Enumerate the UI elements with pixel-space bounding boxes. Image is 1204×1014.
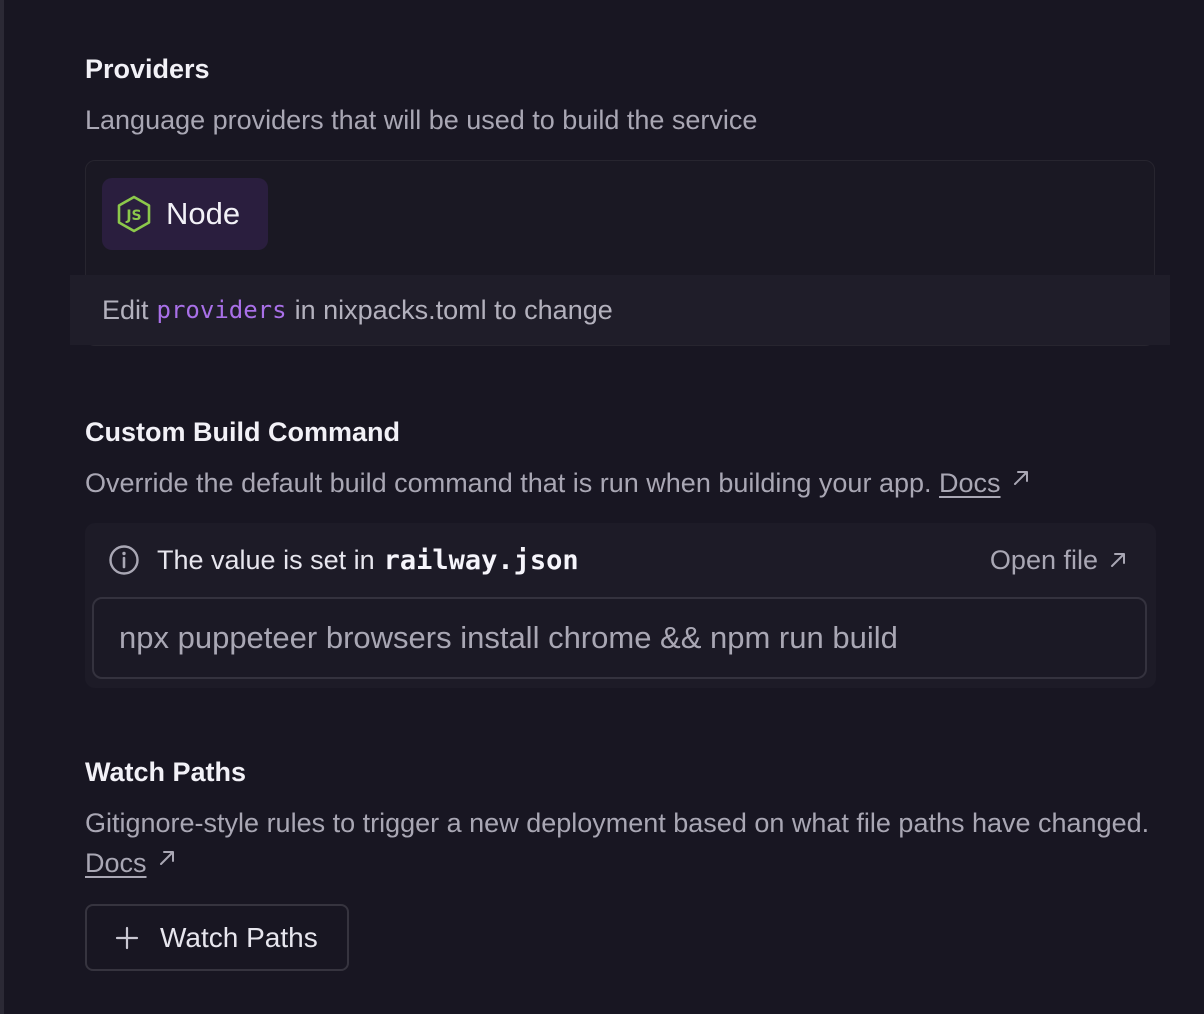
svg-text:JS: JS bbox=[125, 208, 141, 224]
panel-divider bbox=[0, 0, 4, 1014]
providers-description: Language providers that will be used to … bbox=[85, 105, 758, 135]
watch-docs-link[interactable]: Docs bbox=[85, 848, 147, 878]
providers-title: Providers bbox=[85, 54, 210, 84]
providers-hint: Edit providers in nixpacks.toml to chang… bbox=[70, 275, 1170, 345]
hint-prefix: Edit bbox=[102, 294, 149, 325]
open-file-label: Open file bbox=[989, 544, 1098, 575]
build-command-input[interactable]: npx puppeteer browsers install chrome &&… bbox=[92, 597, 1147, 679]
providers-section: Providers Language providers that will b… bbox=[85, 52, 757, 140]
watch-paths-description-text: Gitignore-style rules to trigger a new d… bbox=[85, 808, 1150, 838]
hint-suffix: in nixpacks.toml to change bbox=[294, 294, 613, 325]
external-link-icon bbox=[159, 851, 174, 865]
settings-page: Providers Language providers that will b… bbox=[0, 0, 1204, 1014]
provider-label: Node bbox=[166, 196, 241, 231]
build-command-description: Override the default build command that … bbox=[85, 463, 1031, 503]
provider-chip-node[interactable]: JS Node bbox=[102, 178, 268, 250]
build-info-file: railway.json bbox=[383, 544, 579, 576]
watch-paths-title: Watch Paths bbox=[85, 757, 247, 787]
build-docs-link[interactable]: Docs bbox=[939, 468, 1001, 498]
open-file-link[interactable]: Open file bbox=[990, 540, 1128, 580]
watch-paths-button-label: Watch Paths bbox=[160, 921, 318, 953]
info-icon bbox=[109, 545, 139, 575]
nodejs-icon: JS bbox=[117, 195, 151, 233]
build-command-section: Custom Build Command Override the defaul… bbox=[85, 415, 1031, 503]
add-watch-paths-button[interactable]: Watch Paths bbox=[85, 904, 349, 971]
watch-paths-description: Gitignore-style rules to trigger a new d… bbox=[85, 803, 1155, 883]
build-info-row: The value is set in railway.json bbox=[108, 540, 579, 580]
external-link-icon bbox=[1013, 471, 1028, 485]
build-command-description-text: Override the default build command that … bbox=[85, 468, 932, 498]
hint-code: providers bbox=[156, 296, 287, 324]
build-command-title: Custom Build Command bbox=[85, 417, 400, 447]
watch-paths-section: Watch Paths Gitignore-style rules to tri… bbox=[85, 755, 1155, 883]
external-link-icon bbox=[1111, 553, 1125, 567]
build-info-text: The value is set in bbox=[157, 544, 375, 575]
plus-icon bbox=[115, 926, 139, 949]
